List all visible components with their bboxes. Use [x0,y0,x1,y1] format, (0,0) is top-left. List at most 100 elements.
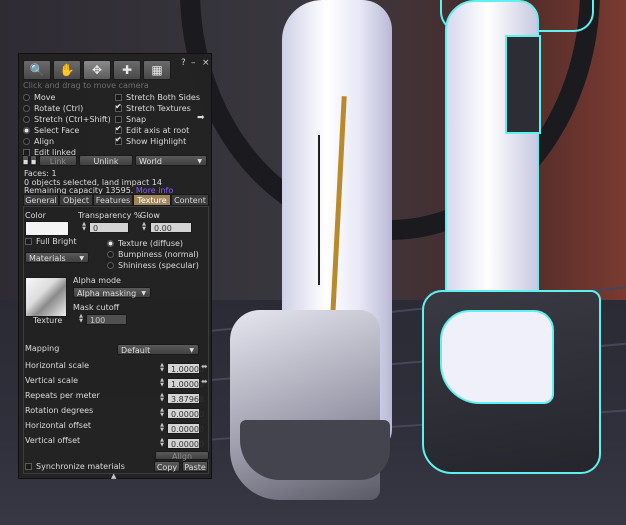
repeats-input[interactable]: 3.87968 [167,393,204,404]
mapping-select[interactable]: Default ▼ [117,344,199,355]
avatar-shoe-right-upper [440,310,554,404]
land-tool-button[interactable]: ▦ [143,60,171,80]
align-option[interactable]: Align [23,137,54,147]
align-button[interactable]: Align [155,451,209,461]
stretch-textures-checkbox[interactable] [115,102,122,112]
texture-picker-thumbnail[interactable] [25,277,67,317]
texture-diffuse-radio[interactable] [107,240,114,247]
select-prev-button[interactable]: ▪ [22,155,29,166]
edit-tool-button[interactable]: ✥ [83,60,111,80]
stretch-radio[interactable] [23,116,30,123]
stretch-both-option[interactable]: Stretch Both Sides [115,93,200,103]
sync-materials-option[interactable]: Synchronize materials [25,462,125,472]
vertical-scale-input[interactable]: 1.00000 [167,378,204,389]
mask-cutoff-input[interactable]: 100 [86,314,127,325]
rotation-spinner[interactable]: ▲ ▼ [158,408,166,419]
snap-checkbox[interactable] [115,116,122,123]
horizontal-scale-label: Horizontal scale [25,361,90,370]
unlink-button[interactable]: Unlink [79,155,133,166]
mask-cutoff-label: Mask cutoff [73,303,120,312]
shininess-option[interactable]: Shininess (specular) [107,261,199,271]
mask-cutoff-spinner[interactable]: ▲ ▼ [77,314,85,325]
magnifier-icon: 🔍 [29,63,45,77]
alpha-mode-select[interactable]: Alpha masking ▼ [73,287,151,298]
help-button[interactable]: ? [181,58,186,68]
transparency-spinner[interactable]: ▲ ▼ [80,222,88,233]
glow-input[interactable]: 0.00 [150,222,192,233]
move-option[interactable]: Move [23,93,55,103]
rotate-radio[interactable] [23,105,30,112]
rotation-input[interactable]: 0.00000 [167,408,204,419]
grid-options-arrow-icon[interactable]: ➡ [197,113,205,123]
stretch-option[interactable]: Stretch (Ctrl+Shift) [23,115,111,125]
select-face-option[interactable]: Select Face [23,126,79,136]
camera-hint: Click and drag to move camera [23,81,149,90]
shininess-radio[interactable] [107,262,114,269]
alpha-mode-value: Alpha masking [77,289,137,298]
vertical-offset-spinner[interactable]: ▲ ▼ [158,438,166,449]
edit-axis-label: Edit axis at root [126,126,190,135]
texture-diffuse-option[interactable]: Texture (diffuse) [107,239,183,249]
chevron-down-icon: ▼ [79,255,84,262]
minimize-button[interactable]: – [191,58,196,68]
show-highlight-checkbox[interactable] [115,135,122,145]
select-face-radio[interactable] [23,127,30,134]
full-bright-label: Full Bright [36,237,77,246]
bumpiness-option[interactable]: Bumpiness (normal) [107,250,199,260]
link-scale-icon[interactable]: ⬌ [201,377,208,386]
tab-features[interactable]: Features [93,194,133,206]
rotation-label: Rotation degrees [25,406,94,415]
create-tool-button[interactable]: ✚ [113,60,141,80]
horizontal-offset-input[interactable]: 0.00000 [167,423,204,434]
tab-object[interactable]: Object [59,194,93,206]
horizontal-scale-input[interactable]: 1.00000 [167,363,204,374]
edit-axis-option[interactable]: Edit axis at root [115,124,190,136]
avatar-shoe-sole-left [240,420,390,480]
horizontal-offset-spinner[interactable]: ▲ ▼ [158,423,166,434]
move-tool-button[interactable]: ✋ [53,60,81,80]
sync-materials-label: Synchronize materials [36,462,125,471]
repeats-label: Repeats per meter [25,391,100,400]
focus-tool-button[interactable]: 🔍 [23,60,51,80]
copy-button[interactable]: Copy [154,461,180,472]
build-tools-floater: 🔍 ✋ ✥ ✚ ▦ ? – × Click and drag to move c… [18,53,212,480]
bumpiness-radio[interactable] [107,251,114,258]
tab-texture[interactable]: Texture [133,194,171,206]
tab-general[interactable]: General [23,194,59,206]
faces-count: Faces: 1 [24,169,57,178]
bulldozer-icon: ▦ [151,63,163,77]
glow-spinner[interactable]: ▲ ▼ [140,222,148,233]
link-scale-icon[interactable]: ⬌ [201,362,208,371]
chevron-down-icon: ▼ [197,158,202,165]
show-highlight-option[interactable]: Show Highlight [115,135,186,147]
collapse-chevron-icon[interactable]: ▲ [111,472,116,480]
transparency-input[interactable]: 0 [89,222,129,233]
full-bright-option[interactable]: Full Bright [25,237,77,247]
ruler-mode-select[interactable]: World ▼ [135,155,207,166]
color-swatch[interactable] [25,221,69,236]
select-next-button[interactable]: ▪ [30,155,37,166]
sync-materials-checkbox[interactable] [25,463,32,470]
align-radio[interactable] [23,138,30,145]
vertical-offset-input[interactable]: 0.00000 [167,438,204,449]
stretch-both-checkbox[interactable] [115,94,122,101]
vertical-scale-spinner[interactable]: ▲ ▼ [158,378,166,389]
vertical-scale-label: Vertical scale [25,376,79,385]
hand-icon: ✋ [59,63,75,77]
wand-icon: ✚ [121,63,133,77]
paste-button[interactable]: Paste [182,461,208,472]
close-button[interactable]: × [202,58,210,68]
stretch-textures-option[interactable]: Stretch Textures [115,102,191,114]
snap-label: Snap [126,115,147,124]
texture-label: Texture [33,316,63,325]
rotate-option[interactable]: Rotate (Ctrl) [23,104,83,114]
edit-axis-checkbox[interactable] [115,124,122,134]
link-button[interactable]: Link [39,155,77,166]
repeats-spinner[interactable]: ▲ ▼ [158,393,166,404]
full-bright-checkbox[interactable] [25,238,32,245]
horizontal-scale-spinner[interactable]: ▲ ▼ [158,363,166,374]
chevron-down-icon: ▼ [189,347,194,354]
move-radio[interactable] [23,94,30,101]
materials-select[interactable]: Materials ▼ [25,252,89,263]
tab-content[interactable]: Content [171,194,209,206]
